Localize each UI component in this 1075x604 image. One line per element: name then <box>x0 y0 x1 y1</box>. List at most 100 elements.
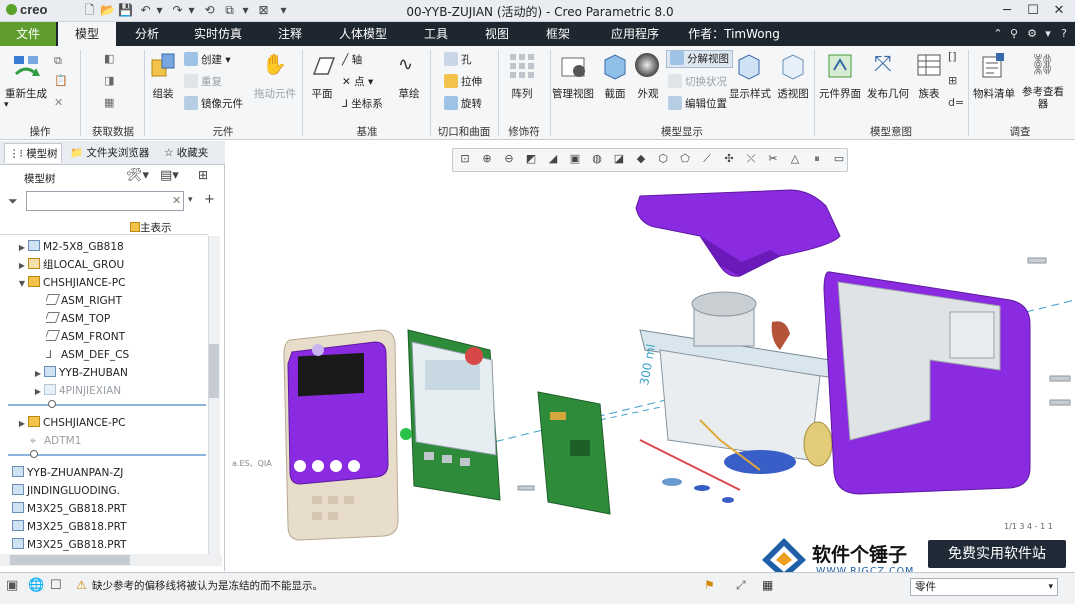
extrude-button[interactable]: 拉伸 <box>444 74 482 92</box>
regenerate-icon[interactable] <box>10 52 42 85</box>
reorient-icon[interactable]: ◢ <box>546 152 560 166</box>
show-icon[interactable]: ▤▾ <box>160 168 179 183</box>
settings-icon[interactable]: ⚙ <box>1024 26 1040 42</box>
reference-viewer-icon[interactable]: ⛓ <box>1030 52 1055 76</box>
reference-viewer-button[interactable]: 参考查看器 <box>1018 86 1068 110</box>
group-modifiers[interactable]: 修饰符 <box>500 124 548 138</box>
appearance-icon[interactable] <box>634 52 660 81</box>
axis-button[interactable]: ╱ 轴 <box>342 52 362 70</box>
copy-geometry-icon[interactable]: ◨ <box>104 74 114 87</box>
bom-button[interactable]: 物料清单 <box>972 86 1016 101</box>
tab-manikin[interactable]: 人体模型 <box>328 22 398 46</box>
tab-framework[interactable]: 框架 <box>530 22 586 46</box>
minimize-button[interactable]: ─ <box>994 0 1020 22</box>
tree-item[interactable]: ▶ CHSHJIANCE-PC <box>16 414 130 432</box>
display-style-button[interactable]: 显示样式 <box>728 86 772 101</box>
filter-funnel-icon[interactable]: ⏷ <box>8 194 18 209</box>
bom-icon[interactable] <box>980 52 1006 83</box>
fullscreen-icon[interactable]: ▭ <box>832 152 846 166</box>
revolve-button[interactable]: 旋转 <box>444 96 482 114</box>
regenerate-quick-icon[interactable]: ⟲ <box>202 3 217 18</box>
pattern-icon[interactable] <box>508 52 536 83</box>
tab-view[interactable]: 视图 <box>470 22 524 46</box>
tree-item[interactable]: M3X25_GB818.PRT <box>12 536 130 554</box>
create-button[interactable]: 创建 ▾ <box>184 52 231 70</box>
tab-tools[interactable]: 工具 <box>408 22 464 46</box>
tree-item[interactable]: ▶ M2-5X8_GB818 <box>16 238 130 256</box>
tree-item[interactable]: ASM_TOP <box>46 310 130 328</box>
plane-display-icon[interactable]: ⬠ <box>678 152 692 166</box>
assemble-icon[interactable] <box>150 52 178 85</box>
family-table-button[interactable]: 族表 <box>914 86 944 101</box>
section-button[interactable]: 截面 <box>600 86 630 101</box>
drag-components-button[interactable]: 拖动元件 <box>252 86 298 101</box>
tab-favorites[interactable]: ☆ 收藏夹 <box>164 143 220 163</box>
relations-icon[interactable]: ⊞ <box>948 74 957 87</box>
tree-settings-icon[interactable]: 🛠▾ <box>126 168 149 183</box>
repaint-icon[interactable]: ◩ <box>524 152 538 166</box>
tree-search-input[interactable] <box>26 191 184 211</box>
group-model-intent[interactable]: 模型意图 <box>816 124 966 138</box>
tab-file[interactable]: 文件 <box>0 22 56 46</box>
mirror-component-button[interactable]: 镜像元件 <box>184 96 243 114</box>
tree-item[interactable]: M3X25_GB818.PRT <box>12 500 130 518</box>
parameters-icon[interactable]: [] <box>948 50 957 63</box>
drag-components-icon[interactable]: ✋ <box>262 52 287 76</box>
tree-item[interactable]: ▼ CHSHJIANCE-PC <box>16 274 130 292</box>
undo-icon[interactable]: ↶ <box>138 3 153 18</box>
windows-dropdown-icon[interactable]: ▾ <box>238 3 253 18</box>
search-icon[interactable]: ⚲ <box>1006 26 1022 42</box>
selection-mode-icon[interactable]: ⤢ <box>736 578 746 593</box>
tab-annotate[interactable]: 注释 <box>262 22 318 46</box>
redo-dropdown-icon[interactable]: ▾ <box>184 3 199 18</box>
insert-handle-icon[interactable] <box>30 450 38 458</box>
search-dropdown-icon[interactable]: ▾ <box>188 195 193 205</box>
tree-item[interactable]: ⅃ ASM_DEF_CS <box>46 346 130 364</box>
tree-item[interactable]: M3X25_GB818.PRT <box>12 518 130 536</box>
tree-item[interactable]: ASM_RIGHT <box>46 292 130 310</box>
copy-icon[interactable]: ⧉ <box>54 54 62 68</box>
manage-views-button[interactable]: 管理视图 <box>552 86 594 101</box>
display-style-quick-icon[interactable]: ◪ <box>612 152 626 166</box>
perspective-icon[interactable] <box>780 52 806 83</box>
delete-icon[interactable]: ✕ <box>54 96 63 109</box>
tab-live-simulation[interactable]: 实时仿真 <box>180 22 256 46</box>
new-file-icon[interactable]: 🗋 <box>82 3 97 18</box>
selection-filter[interactable]: 零件 ▾ <box>910 578 1058 596</box>
display-style-icon[interactable] <box>736 52 762 83</box>
group-investigate[interactable]: 调查 <box>970 124 1070 138</box>
group-get-data[interactable]: 获取数据 <box>84 124 142 138</box>
tab-applications[interactable]: 应用程序 <box>596 22 674 46</box>
appearance-button[interactable]: 外观 <box>634 86 662 101</box>
component-interface-button[interactable]: 元件界面 <box>818 86 862 101</box>
close-button[interactable]: ✕ <box>1046 0 1072 22</box>
toggle-status-button[interactable]: 切换状况 <box>668 74 727 92</box>
regenerate-dropdown-icon[interactable]: ▾ <box>4 100 9 110</box>
tree-item[interactable]: JINDINGLUODING. <box>12 482 130 500</box>
axis-display-icon[interactable]: ⟋ <box>700 152 714 166</box>
pattern-button[interactable]: 阵列 <box>506 86 538 101</box>
d-equals-icon[interactable]: d= <box>948 96 964 109</box>
group-datum[interactable]: 基准 <box>306 124 428 138</box>
tree-item[interactable]: ▶ 4PINJIEXIAN <box>32 382 130 400</box>
tree-item[interactable]: ⌖ ADTM1 <box>30 432 130 450</box>
plane-icon[interactable] <box>308 54 336 81</box>
fullscreen-toggle-icon[interactable]: ☐ <box>50 578 62 593</box>
tab-folder-browser[interactable]: 📁 文件夹浏览器 <box>70 143 154 163</box>
selection-info-icon[interactable]: ▦ <box>762 578 773 592</box>
tab-model-tree[interactable]: ⋮⁝ 模型树 <box>4 143 62 163</box>
sketch-button[interactable]: 草绘 <box>394 86 424 101</box>
customize-quick-access-icon[interactable]: ▾ <box>276 3 291 18</box>
insert-indicator[interactable] <box>8 404 206 406</box>
perspective-button[interactable]: 透视图 <box>776 86 810 101</box>
group-cut-surface[interactable]: 切口和曲面 <box>432 124 496 138</box>
hole-button[interactable]: 孔 <box>444 52 472 70</box>
maximize-button[interactable]: ☐ <box>1020 0 1046 22</box>
csys-button[interactable]: ⅃ 坐标系 <box>342 96 383 114</box>
tree-item[interactable]: ASM_FRONT <box>46 328 130 346</box>
shrinkwrap-icon[interactable]: ▦ <box>104 96 114 109</box>
zoom-in-icon[interactable]: ⊕ <box>480 152 494 166</box>
manage-views-icon[interactable] <box>560 52 588 83</box>
paste-icon[interactable]: 📋 <box>54 74 68 87</box>
tab-analysis[interactable]: 分析 <box>120 22 174 46</box>
